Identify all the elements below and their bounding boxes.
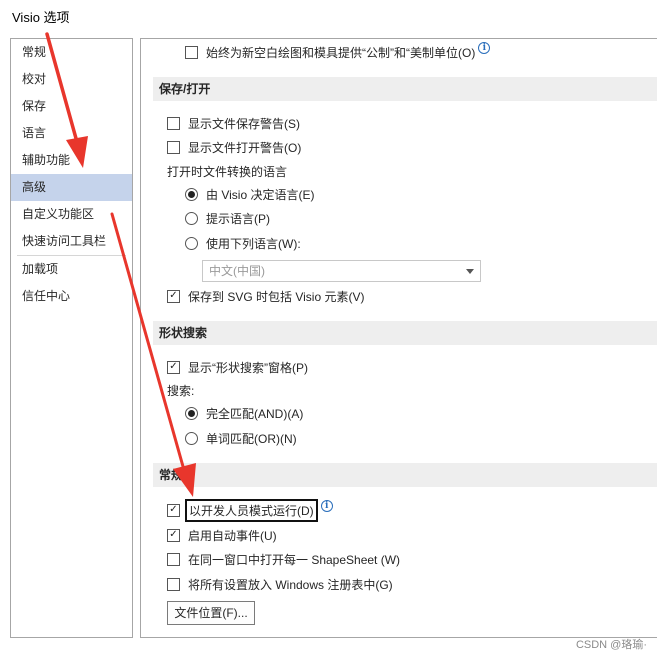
metric-us-units-label: 始终为新空白绘图和模具提供“公制”和“美制单位(O) — [206, 45, 476, 60]
language-dropdown-value: 中文(中国) — [209, 264, 265, 278]
chevron-down-icon — [466, 269, 474, 274]
section-header-save-open: 保存/打开 — [153, 77, 657, 101]
show-search-pane-checkbox[interactable]: ✓ — [167, 360, 180, 374]
sidebar-item-save[interactable]: 保存 — [11, 93, 132, 120]
sidebar-item-general[interactable]: 常规 — [11, 39, 132, 66]
info-icon: i — [320, 500, 333, 512]
sidebar-item-customize-ribbon[interactable]: 自定义功能区 — [11, 201, 132, 228]
language-dropdown[interactable]: 中文(中国) — [202, 260, 481, 282]
sidebar-item-accessibility[interactable]: 辅助功能 — [11, 147, 132, 174]
option-metric-us-units[interactable]: 始终为新空白绘图和模具提供“公制”和“美制单位(O) i — [185, 42, 491, 62]
developer-mode-checkbox[interactable]: ✓ — [167, 503, 180, 517]
radio-match-all[interactable] — [185, 406, 198, 420]
include-svg-checkbox[interactable]: ✓ — [167, 289, 180, 303]
option-radio-prompt[interactable]: 提示语言(P) — [185, 208, 270, 228]
option-show-search-pane[interactable]: ✓ 显示“形状搜索”窗格(P) — [167, 357, 308, 377]
option-registry-settings[interactable]: 将所有设置放入 Windows 注册表中(G) — [167, 574, 393, 594]
options-content-pane: 始终为新空白绘图和模具提供“公制”和“美制单位(O) i 保存/打开 显示文件保… — [140, 38, 657, 638]
section-header-general: 常规 — [153, 463, 657, 487]
watermark: CSDN @珞瑜· — [575, 639, 647, 651]
radio-match-any[interactable] — [185, 431, 198, 445]
registry-settings-label: 将所有设置放入 Windows 注册表中(G) — [188, 577, 393, 592]
option-radio-match-all[interactable]: 完全匹配(AND)(A) — [185, 403, 303, 423]
radio-prompt-label: 提示语言(P) — [206, 211, 270, 226]
sidebar-item-addins[interactable]: 加载项 — [11, 256, 132, 283]
show-open-warning-label: 显示文件打开警告(O) — [188, 140, 302, 155]
auto-events-label: 启用自动事件(U) — [188, 528, 277, 543]
option-include-svg[interactable]: ✓ 保存到 SVG 时包括 Visio 元素(V) — [167, 286, 364, 306]
sidebar-item-proofing[interactable]: 校对 — [11, 66, 132, 93]
shapesheet-same-window-label: 在同一窗口中打开每一 ShapeSheet (W) — [188, 552, 401, 567]
radio-visio-decides-label: 由 Visio 决定语言(E) — [206, 187, 315, 202]
sidebar-item-trust-center[interactable]: 信任中心 — [11, 283, 132, 310]
radio-match-all-label: 完全匹配(AND)(A) — [206, 406, 304, 421]
shapesheet-same-window-checkbox[interactable] — [167, 552, 180, 566]
window-title: Visio 选项 — [12, 10, 70, 25]
metric-us-units-checkbox[interactable] — [185, 45, 198, 59]
developer-mode-label: 以开发人员模式运行(D) — [185, 498, 318, 522]
conversion-language-label: 打开时文件转换的语言 — [167, 164, 288, 179]
file-locations-button[interactable]: 文件位置(F)... — [167, 601, 255, 625]
option-radio-visio-decides[interactable]: 由 Visio 决定语言(E) — [185, 184, 314, 204]
sidebar-item-advanced[interactable]: 高级 — [11, 174, 132, 201]
show-search-pane-label: 显示“形状搜索”窗格(P) — [188, 360, 308, 375]
option-shapesheet-same-window[interactable]: 在同一窗口中打开每一 ShapeSheet (W) — [167, 549, 400, 569]
option-radio-use-language[interactable]: 使用下列语言(W): — [185, 233, 301, 253]
info-icon: i — [478, 42, 491, 54]
option-auto-events[interactable]: ✓ 启用自动事件(U) — [167, 525, 277, 545]
sidebar-item-quick-access-toolbar[interactable]: 快速访问工具栏 — [11, 228, 132, 255]
sidebar-item-language[interactable]: 语言 — [11, 120, 132, 147]
radio-match-any-label: 单词匹配(OR)(N) — [206, 431, 297, 446]
registry-settings-checkbox[interactable] — [167, 577, 180, 591]
show-save-warning-checkbox[interactable] — [167, 116, 180, 130]
radio-visio-decides[interactable] — [185, 187, 198, 201]
include-svg-label: 保存到 SVG 时包括 Visio 元素(V) — [188, 289, 365, 304]
radio-use-language[interactable] — [185, 236, 198, 250]
option-show-open-warning[interactable]: 显示文件打开警告(O) — [167, 137, 301, 157]
show-open-warning-checkbox[interactable] — [167, 140, 180, 154]
show-save-warning-label: 显示文件保存警告(S) — [188, 116, 300, 131]
radio-use-language-label: 使用下列语言(W): — [206, 236, 301, 251]
option-radio-match-any[interactable]: 单词匹配(OR)(N) — [185, 428, 297, 448]
options-sidebar: 常规 校对 保存 语言 辅助功能 高级 自定义功能区 快速访问工具栏 加载项 信… — [10, 38, 133, 638]
option-show-save-warning[interactable]: 显示文件保存警告(S) — [167, 113, 300, 133]
section-header-shape-search: 形状搜索 — [153, 321, 657, 345]
auto-events-checkbox[interactable]: ✓ — [167, 528, 180, 542]
option-developer-mode[interactable]: ✓ 以开发人员模式运行(D) i — [167, 498, 333, 522]
search-label: 搜索: — [167, 383, 195, 398]
radio-prompt[interactable] — [185, 211, 198, 225]
